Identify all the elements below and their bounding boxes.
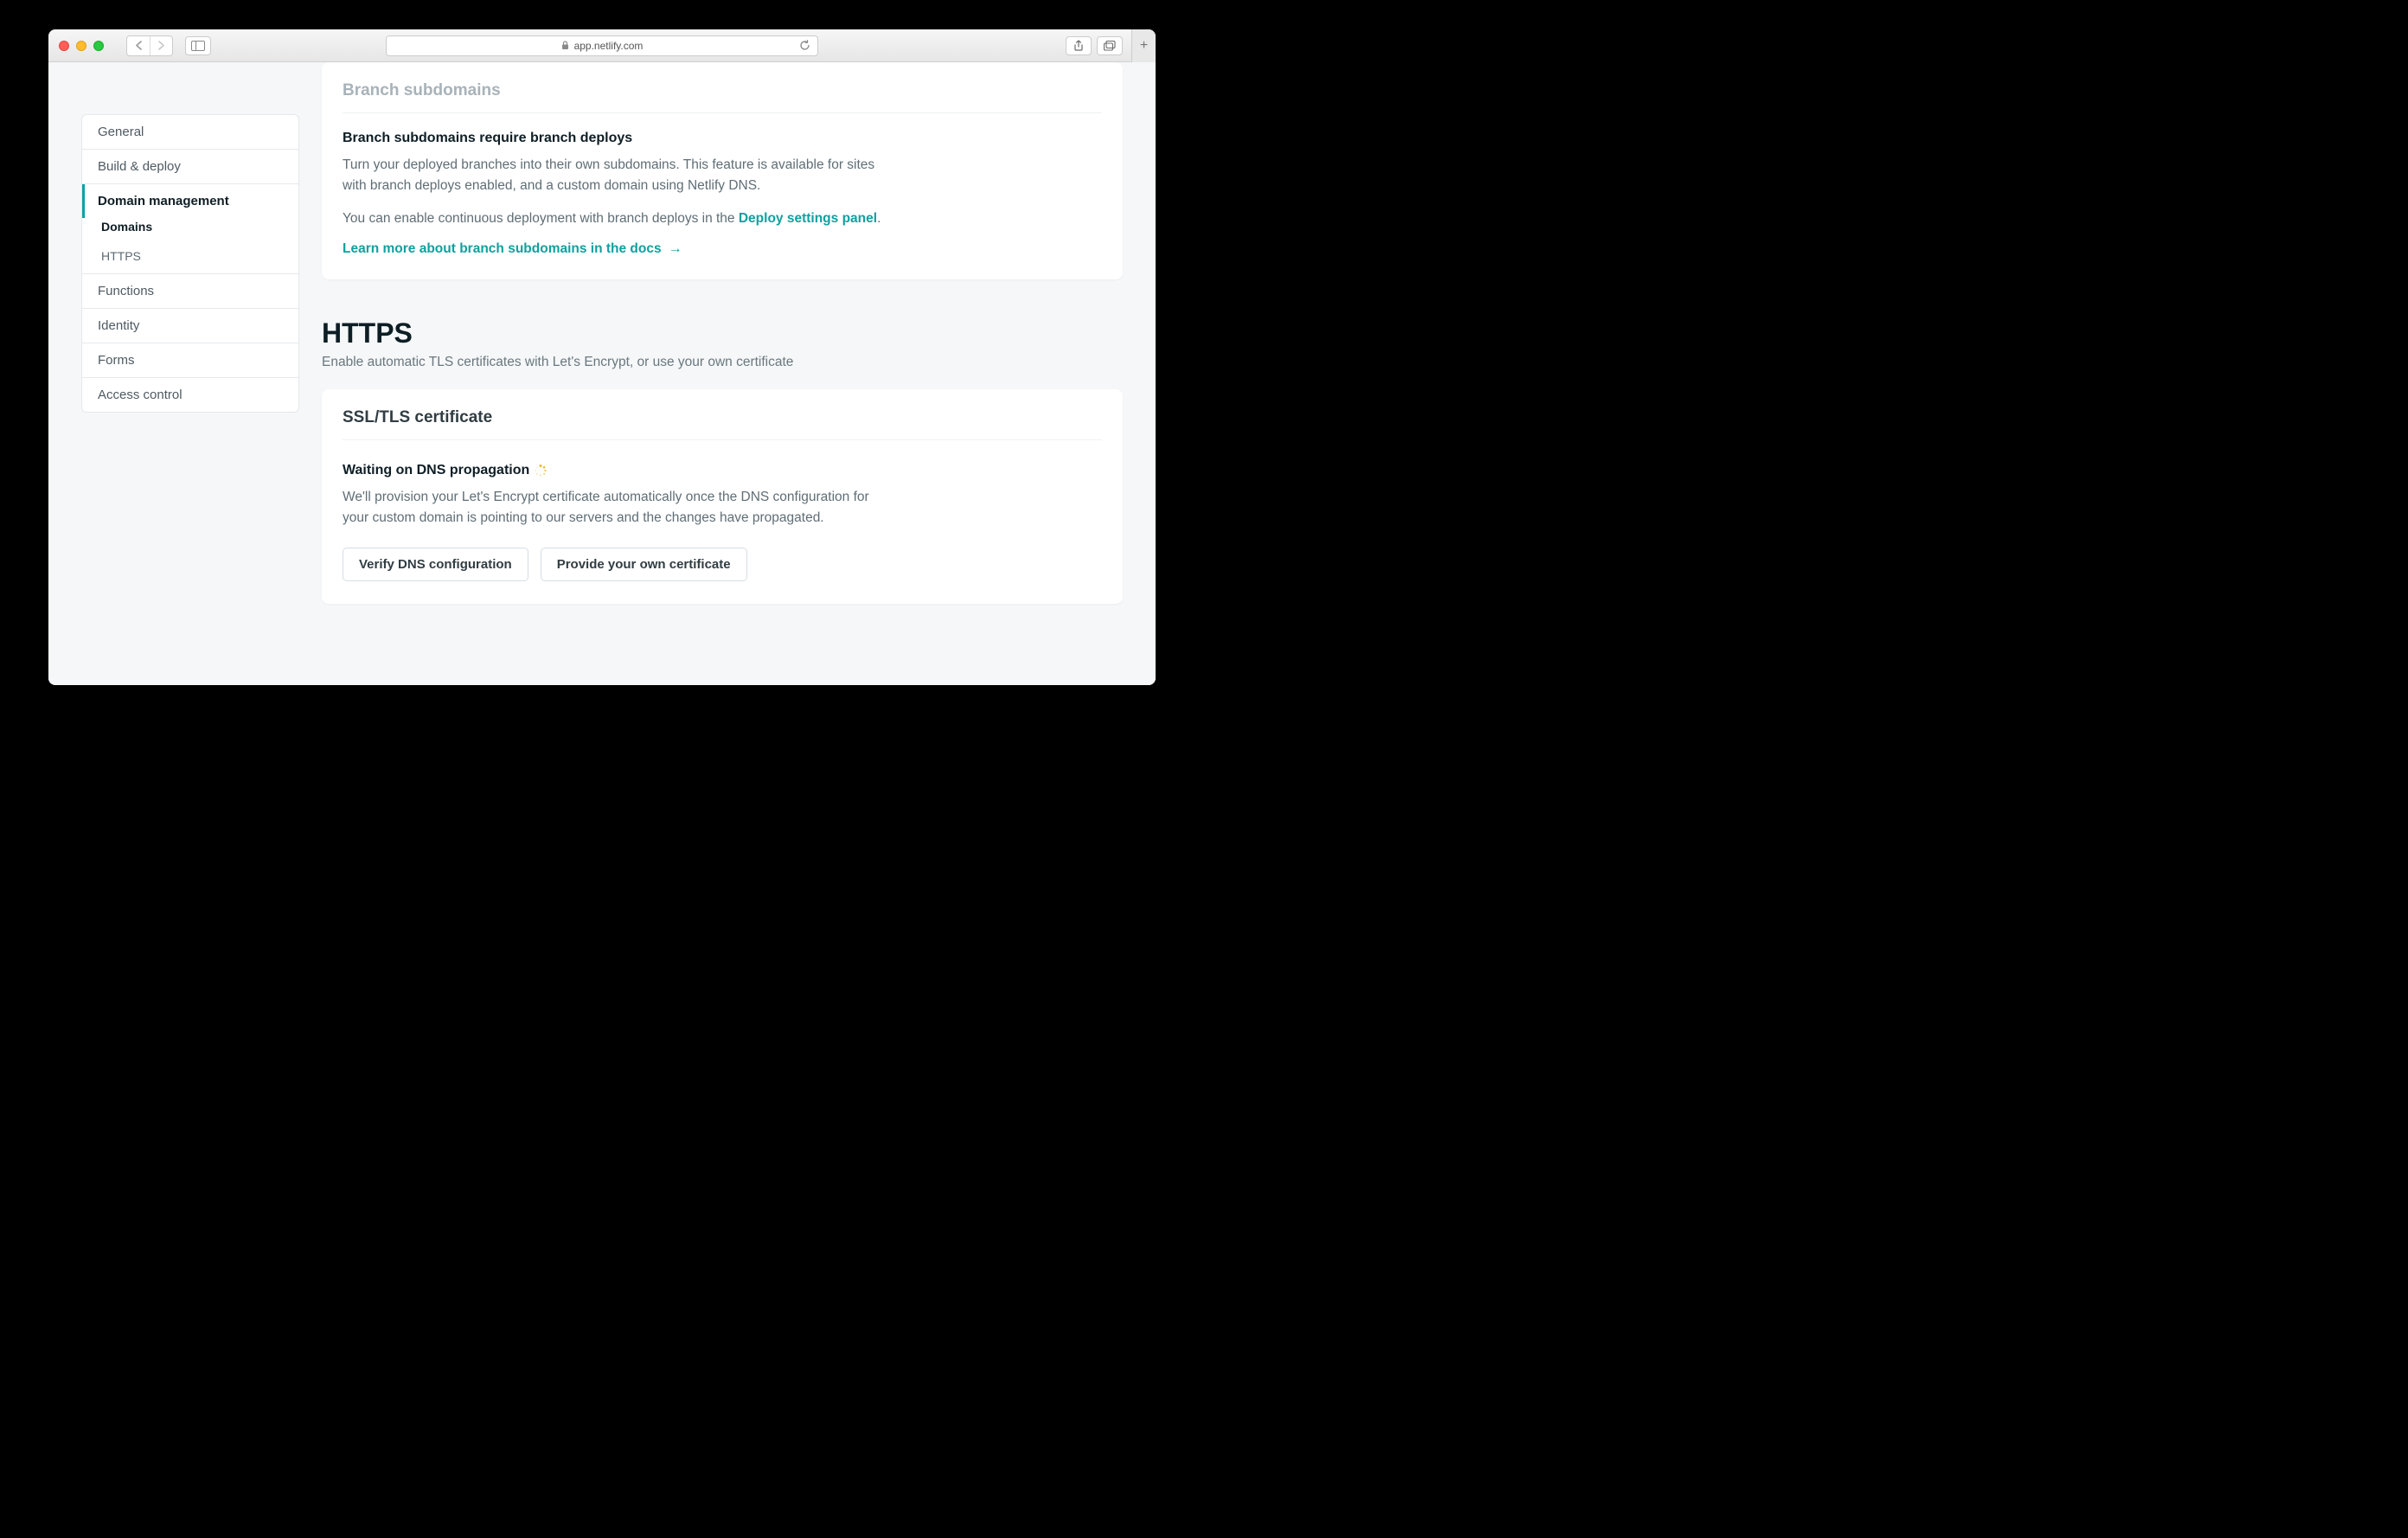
ssl-status: Waiting on DNS propagation [343,463,1102,478]
sidebar-toggle-button[interactable] [185,36,211,55]
reload-button[interactable] [799,40,810,51]
sidebar-item-label: Forms [98,353,135,368]
tabs-button[interactable] [1097,36,1123,55]
sidebar-nav: General Build & deploy Domain management… [81,114,299,413]
sidebar-item-build-deploy[interactable]: Build & deploy [82,150,298,184]
ssl-card-title: SSL/TLS certificate [343,408,1102,440]
sidebar-item-label: Functions [98,284,154,298]
sidebar: General Build & deploy Domain management… [81,114,299,652]
url-bar[interactable]: app.netlify.com [386,35,818,56]
sidebar-subgroup-domain: Domains HTTPS [82,218,298,274]
provide-certificate-button[interactable]: Provide your own certificate [541,548,747,581]
new-tab-button[interactable]: + [1131,29,1156,62]
ssl-desc: We'll provision your Let's Encrypt certi… [343,487,896,529]
card-strong-title: Branch subdomains require branch deploys [343,131,1102,146]
learn-more-link[interactable]: Learn more about branch subdomains in th… [343,241,682,257]
sidebar-subitem-https[interactable]: HTTPS [82,241,298,273]
sidebar-item-functions[interactable]: Functions [82,274,298,309]
https-heading: HTTPS [322,317,1123,349]
sidebar-item-domain-management[interactable]: Domain management [82,184,298,218]
main-content: Branch subdomains Branch subdomains requ… [322,62,1123,652]
back-button[interactable] [127,36,150,55]
card-text-2-post: . [877,211,881,226]
card-text-1: Turn your deployed branches into their o… [343,155,896,196]
card-text-2: You can enable continuous deployment wit… [343,208,896,229]
minimize-window-button[interactable] [76,41,86,51]
card-muted-title: Branch subdomains [343,81,1102,113]
sidebar-item-forms[interactable]: Forms [82,343,298,378]
titlebar-right: + [1066,36,1145,55]
sidebar-item-label: Access control [98,388,183,402]
share-button[interactable] [1066,36,1092,55]
forward-button[interactable] [150,36,172,55]
arrow-right-icon: → [669,241,682,257]
sidebar-subitem-label: HTTPS [101,249,141,263]
https-subheading: Enable automatic TLS certificates with L… [322,355,1123,370]
ssl-button-row: Verify DNS configuration Provide your ow… [343,548,1102,581]
sidebar-item-label: Domain management [98,194,229,208]
maximize-window-button[interactable] [93,41,104,51]
nav-buttons [126,35,173,56]
sidebar-subitem-label: Domains [101,220,152,234]
browser-window: app.netlify.com + General Build & deploy [48,29,1156,685]
verify-dns-button[interactable]: Verify DNS configuration [343,548,528,581]
page-content: General Build & deploy Domain management… [48,62,1156,685]
browser-titlebar: app.netlify.com + [48,29,1156,62]
sidebar-item-general[interactable]: General [82,115,298,150]
url-host: app.netlify.com [574,40,644,52]
sidebar-item-label: Identity [98,318,139,333]
sidebar-item-identity[interactable]: Identity [82,309,298,343]
card-text-2-pre: You can enable continuous deployment wit… [343,211,739,226]
branch-subdomains-card: Branch subdomains Branch subdomains requ… [322,62,1123,279]
sidebar-item-label: General [98,125,144,139]
ssl-status-label: Waiting on DNS propagation [343,463,529,478]
close-window-button[interactable] [59,41,69,51]
window-controls [59,41,104,51]
deploy-settings-panel-link[interactable]: Deploy settings panel [739,211,877,226]
ssl-tls-card: SSL/TLS certificate Waiting on DNS propa… [322,389,1123,604]
sidebar-subitem-domains[interactable]: Domains [82,218,298,241]
sidebar-item-label: Build & deploy [98,159,181,174]
lock-icon [561,41,569,50]
learn-more-label: Learn more about branch subdomains in th… [343,241,662,257]
spinner-icon [535,465,547,477]
sidebar-item-access-control[interactable]: Access control [82,378,298,412]
